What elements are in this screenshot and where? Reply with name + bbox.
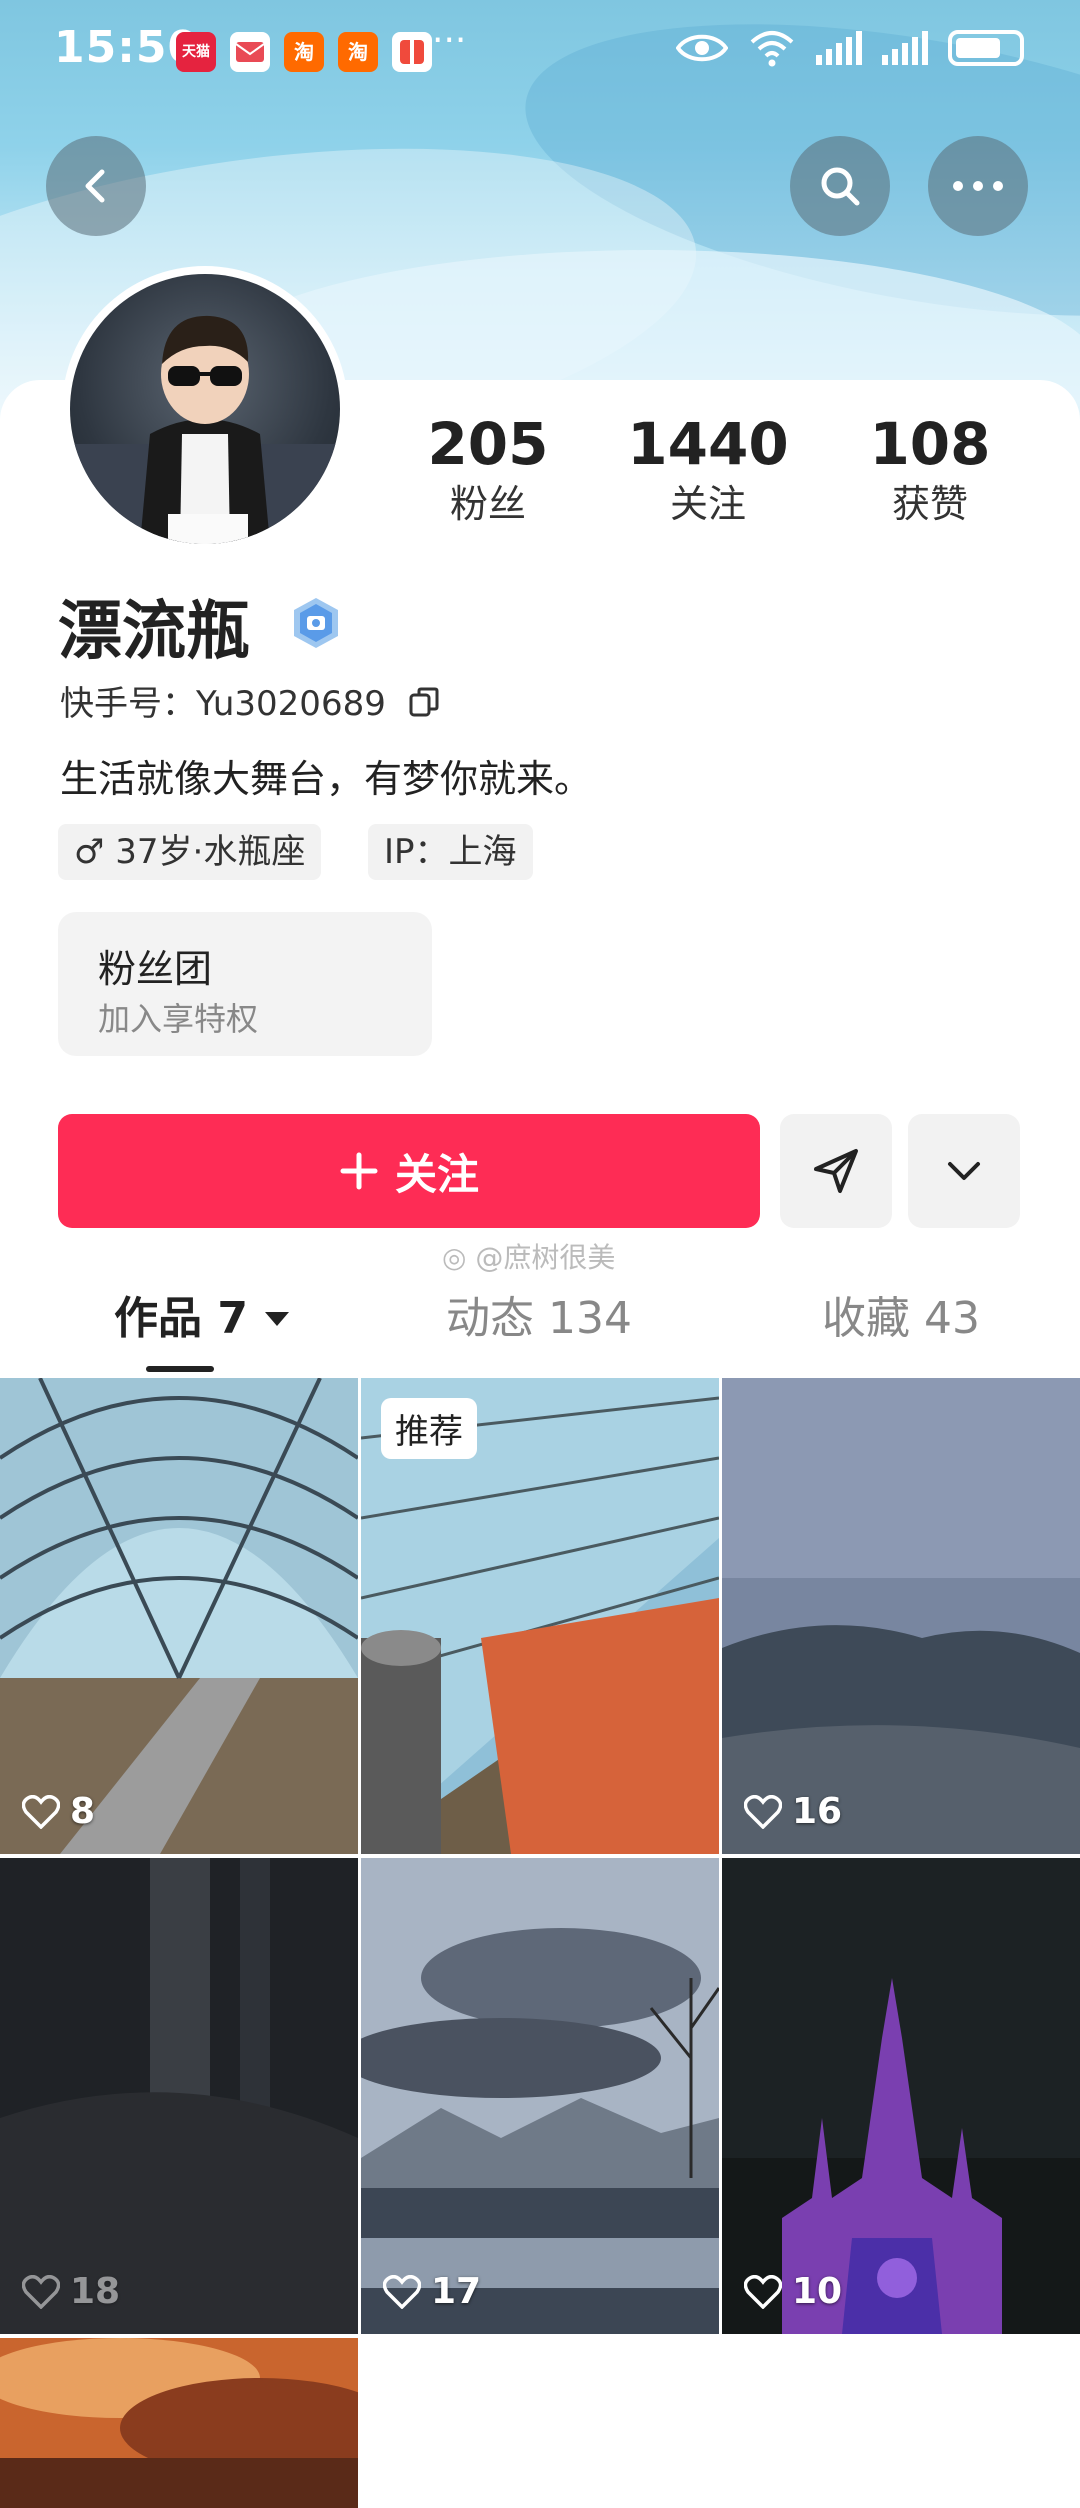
work-item[interactable]: [0, 2338, 358, 2508]
likes-stat[interactable]: 108 获赞: [830, 408, 1030, 528]
fan-club-card[interactable]: 粉丝团 加入享特权: [58, 912, 432, 1056]
likes-count: 10: [792, 2271, 843, 2312]
likes-counter: 17: [383, 2271, 481, 2312]
verified-badge-icon[interactable]: [290, 596, 342, 650]
likes-count: 8: [70, 1791, 96, 1832]
tab-favorites[interactable]: 收藏 43: [822, 1282, 980, 1346]
more-horizontal-icon: [953, 181, 1003, 191]
tab-works[interactable]: 作品 7: [114, 1282, 291, 1346]
follow-button[interactable]: 关注: [58, 1114, 760, 1228]
caret-down-icon: [265, 1312, 290, 1326]
wifi-icon: [750, 31, 794, 67]
likes-counter: 18: [22, 2271, 120, 2312]
gift-icon: [392, 32, 432, 72]
eye-icon: [676, 34, 728, 62]
ip-location-tag: IP：上海: [368, 824, 533, 880]
taobao-icon: 淘: [338, 32, 378, 72]
kuaishou-id-row: 快手号：Yu3020689: [60, 676, 443, 725]
likes-counter: 10: [744, 2271, 842, 2312]
send-icon: [814, 1149, 858, 1193]
more-notifications-icon: ···: [432, 20, 467, 61]
tab-moments[interactable]: 动态 134: [446, 1282, 632, 1346]
send-message-button[interactable]: [780, 1114, 892, 1228]
age-gender-tag: ♂ 37岁·水瓶座: [58, 824, 322, 880]
fan-club-title: 粉丝团: [98, 947, 213, 991]
heart-icon: [744, 2274, 782, 2309]
battery-icon: [948, 30, 1024, 66]
profile-name: 漂流瓶: [58, 595, 250, 669]
likes-count: 17: [431, 2271, 482, 2312]
heart-icon: [22, 1794, 60, 1829]
following-count: 1440: [627, 410, 789, 478]
active-tab-indicator: [146, 1366, 214, 1372]
notification-icons: 天猫 淘 淘: [176, 32, 432, 72]
likes-count: 18: [70, 2271, 121, 2312]
follow-label: 关注: [394, 1149, 479, 1199]
mountain-dusk-thumbnail: [722, 1378, 1080, 1854]
kuaishou-id: 快手号：Yu3020689: [60, 684, 386, 724]
greenhouse-thumbnail: [0, 1378, 358, 1854]
tab-works-label: 作品 7: [114, 1293, 248, 1344]
expand-button[interactable]: [908, 1114, 1020, 1228]
work-item[interactable]: 17: [361, 1858, 719, 2334]
likes-count: 16: [792, 1791, 843, 1832]
chevron-down-icon: [948, 1162, 980, 1180]
more-button[interactable]: [928, 136, 1028, 236]
watermark: ◎ @庶树很美: [442, 1236, 615, 1276]
profile-bio: 生活就像大舞台，有梦你就来。: [60, 757, 593, 801]
work-item[interactable]: 10: [722, 1858, 1080, 2334]
followers-label: 粉丝: [449, 482, 526, 526]
taobao-icon: 淘: [284, 32, 324, 72]
followers-count: 205: [427, 410, 549, 478]
likes-counter: 8: [22, 1791, 95, 1832]
work-item[interactable]: 18: [0, 1858, 358, 2334]
likes-label: 获赞: [891, 482, 968, 526]
weibo-icon: ◎: [442, 1241, 467, 1274]
plus-icon: [340, 1152, 378, 1190]
search-button[interactable]: [790, 136, 890, 236]
signal-icon-2: [882, 31, 928, 65]
avatar[interactable]: [62, 266, 348, 552]
mail-icon: [230, 32, 270, 72]
sunset-thumbnail: [0, 2338, 358, 2508]
status-bar: 15:50 天猫 淘 淘 ···: [0, 0, 1080, 100]
fan-club-subtitle: 加入享特权: [98, 1000, 259, 1038]
heart-icon: [744, 1794, 782, 1829]
watermark-text: @庶树很美: [475, 1241, 616, 1274]
chevron-left-icon: [85, 169, 105, 203]
heart-icon: [22, 2274, 60, 2309]
likes-count: 108: [869, 410, 991, 478]
heart-icon: [383, 2274, 421, 2309]
likes-counter: 16: [744, 1791, 842, 1832]
search-icon: [821, 167, 860, 206]
followers-stat[interactable]: 205 粉丝: [388, 408, 588, 528]
work-item[interactable]: 16: [722, 1378, 1080, 1854]
back-button[interactable]: [46, 136, 146, 236]
copy-icon[interactable]: [407, 685, 443, 721]
work-item[interactable]: 推荐: [361, 1378, 719, 1854]
recommended-tag: 推荐: [381, 1398, 477, 1459]
lake-landscape-thumbnail: [361, 1858, 719, 2334]
dark-blurry-thumbnail: [0, 1858, 358, 2334]
following-stat[interactable]: 1440 关注: [608, 408, 808, 528]
castle-night-thumbnail: [722, 1858, 1080, 2334]
tmall-icon: 天猫: [176, 32, 216, 72]
status-right: [676, 28, 1024, 68]
work-item[interactable]: 8: [0, 1378, 358, 1854]
avatar-image: [70, 274, 340, 544]
following-label: 关注: [669, 482, 746, 526]
signal-icon: [816, 31, 862, 65]
